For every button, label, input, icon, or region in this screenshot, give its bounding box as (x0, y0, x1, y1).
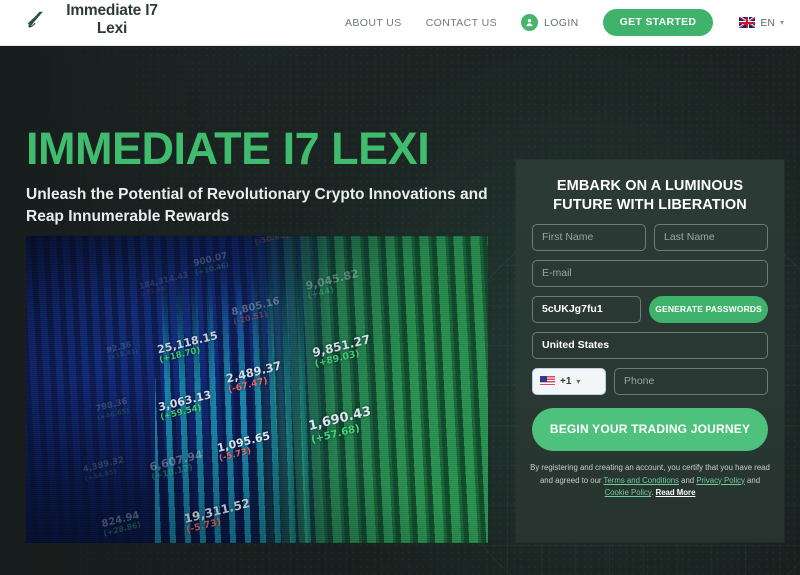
generate-passwords-button[interactable]: GENERATE PASSWORDS (649, 295, 768, 323)
phone-row: +1 ▾ (532, 367, 768, 395)
password-row: GENERATE PASSWORDS (532, 295, 768, 323)
chevron-down-icon: ▾ (576, 376, 581, 386)
last-name-input[interactable] (654, 223, 768, 251)
signup-heading: EMBARK ON A LUMINOUS FUTURE WITH LIBERAT… (553, 178, 747, 213)
chevron-down-icon: ▾ (779, 17, 784, 27)
login-label: LOGIN (543, 16, 579, 29)
legal-disclaimer: By registering and creating an account, … (530, 462, 770, 500)
country-input[interactable] (532, 331, 768, 359)
page-root: 𝓁 Immediate I7 Lexi ABOUT US CONTACT US … (0, 0, 800, 575)
disclaimer-after-terms: and (678, 475, 695, 485)
uk-flag-icon (739, 17, 756, 28)
photo-scanline-overlay (26, 236, 488, 543)
hero-ticker-photo: 184,314.43 (-73.44) 900.07 (+10.46) 4,60… (26, 236, 488, 543)
get-started-button[interactable]: GET STARTED (602, 9, 714, 36)
hero-subtitle: Unleash the Potential of Revolutionary C… (26, 185, 488, 225)
page-title: IMMEDIATE I7 LEXI (26, 123, 430, 175)
user-icon (520, 14, 538, 31)
begin-trading-journey-button[interactable]: BEGIN YOUR TRADING JOURNEY (532, 407, 768, 451)
site-header: 𝓁 Immediate I7 Lexi ABOUT US CONTACT US … (0, 0, 800, 46)
brand-logo[interactable]: 𝓁 Immediate I7 Lexi (18, 2, 172, 38)
first-name-input[interactable] (532, 223, 646, 251)
phone-input[interactable] (614, 367, 768, 395)
brand-name: Immediate I7 Lexi (66, 2, 158, 37)
email-input[interactable] (532, 259, 768, 287)
terms-and-conditions-link[interactable]: Terms and Conditions (604, 476, 679, 485)
name-row (532, 223, 768, 251)
signup-panel: EMBARK ON A LUMINOUS FUTURE WITH LIBERAT… (516, 160, 784, 542)
logo-glyph-icon: 𝓁 (27, 6, 35, 33)
country-code-label: +1 (560, 375, 572, 387)
us-flag-icon (540, 376, 555, 387)
main-nav: ABOUT US CONTACT US LOGIN GET STARTED (345, 0, 714, 45)
country-code-selector[interactable]: +1 ▾ (532, 367, 606, 395)
read-more-link[interactable]: Read More (656, 488, 696, 497)
email-row (532, 259, 768, 287)
language-label: EN (760, 16, 775, 29)
privacy-policy-link[interactable]: Privacy Policy (696, 476, 745, 485)
cookie-policy-link[interactable]: Cookie Policy (605, 488, 652, 497)
language-selector[interactable]: EN ▾ (739, 0, 784, 45)
nav-link-about-us[interactable]: ABOUT US (345, 17, 402, 29)
nav-link-contact-us[interactable]: CONTACT US (426, 17, 497, 29)
disclaimer-and: and (744, 475, 761, 485)
country-row (532, 331, 768, 359)
disclaimer-line-1: By registering and creating an account, … (530, 462, 733, 472)
password-input[interactable] (532, 295, 642, 323)
login-button[interactable]: LOGIN (520, 14, 579, 31)
